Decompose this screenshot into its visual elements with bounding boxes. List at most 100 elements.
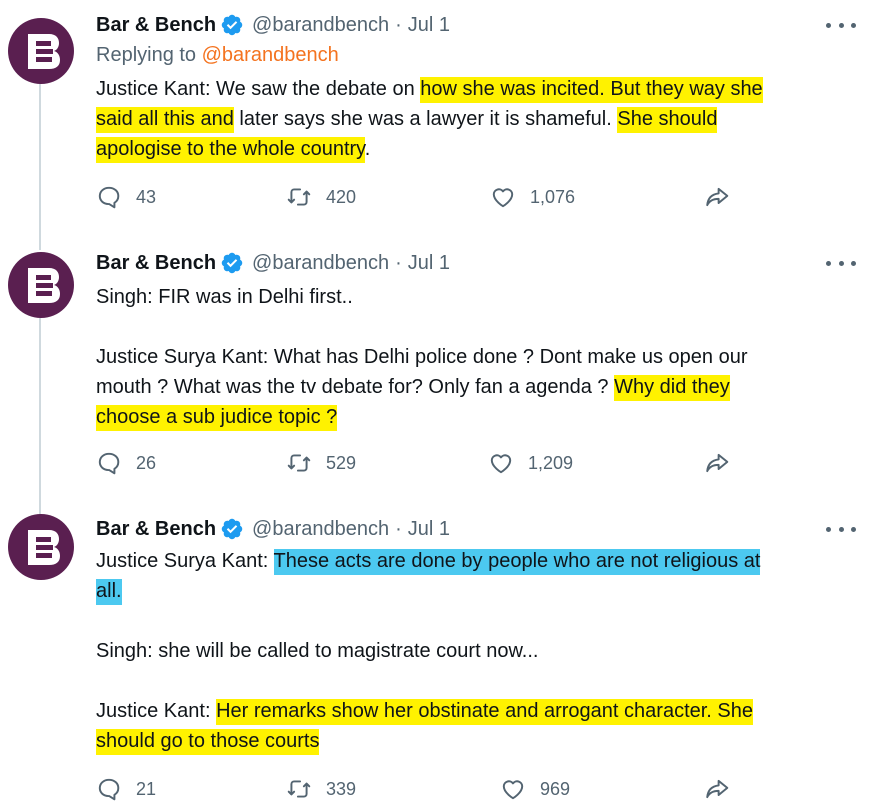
separator-dot: ·	[395, 13, 402, 36]
highlighted-text: should go to those courts	[96, 729, 320, 755]
reply-count: 26	[136, 452, 157, 473]
tweet-text-line: Singh: she will be called to magistrate …	[96, 636, 866, 666]
text-segment: Singh: FIR was in Delhi first..	[96, 286, 353, 308]
retweet-count: 420	[326, 186, 357, 207]
text-segment: Justice Surya Kant: What has Delhi polic…	[96, 346, 748, 368]
verified-badge-icon	[220, 517, 244, 541]
highlighted-text: choose a sub judice topic ?	[96, 405, 338, 431]
reply-count: 21	[136, 778, 157, 799]
share-icon	[706, 453, 729, 473]
replying-to: Replying to @barandbench	[96, 44, 339, 67]
like-icon	[490, 454, 512, 474]
verified-badge-icon	[220, 13, 244, 37]
tweet-text-line: choose a sub judice topic ?	[96, 402, 866, 432]
separator-dot: ·	[395, 517, 402, 540]
like-icon	[492, 188, 514, 208]
retweet-button[interactable]: 420	[286, 182, 356, 212]
more-options-icon[interactable]	[826, 253, 856, 273]
tweet-text-line: mouth ? What was the tv debate for? Only…	[96, 372, 866, 402]
share-button[interactable]	[704, 774, 730, 804]
bar-and-bench-logo-icon	[28, 34, 60, 69]
verified-badge-icon	[220, 251, 244, 275]
tweet-text-line: said all this and later says she was a l…	[96, 104, 866, 134]
reply-button[interactable]: 26	[96, 448, 156, 478]
like-button[interactable]: 1,076	[490, 182, 575, 212]
tweet-header: Bar & Bench @barandbench · Jul 1	[96, 514, 450, 544]
retweet-button[interactable]: 339	[286, 774, 356, 804]
tweet-header: Bar & Bench @barandbench · Jul 1	[96, 248, 450, 278]
thread-line-1	[39, 82, 41, 250]
tweet-text-line: Justice Kant: We saw the debate on how s…	[96, 74, 866, 104]
author-handle[interactable]: @barandbench	[252, 14, 389, 37]
like-count: 1,076	[530, 186, 576, 207]
tweet-text-line	[96, 312, 866, 342]
tweet-text: Justice Surya Kant: These acts are done …	[96, 546, 866, 756]
more-options-icon[interactable]	[826, 519, 856, 539]
bar-and-bench-logo-icon	[28, 530, 60, 565]
highlighted-text: how she was incited. But they way she	[420, 77, 763, 103]
tweet-header: Bar & Bench @barandbench · Jul 1	[96, 10, 450, 40]
like-button[interactable]: 969	[500, 774, 570, 804]
replying-to-mention[interactable]: @barandbench	[202, 44, 339, 66]
text-segment: later says she was a lawyer it is shamef…	[233, 108, 618, 130]
highlighted-text: Why did they	[614, 375, 730, 401]
text-segment: Singh: she will be called to magistrate …	[96, 640, 539, 662]
text-segment: .	[364, 138, 371, 160]
separator-dot: ·	[395, 251, 402, 274]
retweet-icon	[287, 780, 311, 798]
author-name[interactable]: Bar & Bench	[96, 518, 216, 541]
more-options-icon[interactable]	[826, 15, 856, 35]
retweet-count: 529	[326, 452, 357, 473]
reply-icon	[98, 452, 120, 475]
author-name[interactable]: Bar & Bench	[96, 252, 216, 275]
author-handle[interactable]: @barandbench	[252, 518, 389, 541]
reply-count: 43	[136, 186, 157, 207]
tweet-text-line	[96, 666, 866, 696]
like-button[interactable]: 1,209	[488, 448, 573, 478]
text-segment: Justice Kant: We saw the debate on	[96, 78, 421, 100]
bar-and-bench-logo-icon	[28, 268, 60, 303]
reply-button[interactable]: 43	[96, 182, 156, 212]
avatar[interactable]	[8, 514, 74, 580]
tweet-text-line: Justice Surya Kant: What has Delhi polic…	[96, 342, 866, 372]
tweet-text-line: all.	[96, 576, 866, 606]
share-icon	[706, 779, 729, 799]
author-handle[interactable]: @barandbench	[252, 252, 389, 275]
retweet-icon	[287, 188, 311, 206]
tweet-date[interactable]: Jul 1	[408, 14, 450, 37]
tweet-text-line: apologise to the whole country.	[96, 134, 866, 164]
retweet-count: 339	[326, 778, 357, 799]
share-button[interactable]	[704, 182, 730, 212]
thread-line-2	[39, 318, 41, 516]
tweet-text-line: Justice Kant: Her remarks show her obsti…	[96, 696, 866, 726]
share-button[interactable]	[704, 448, 730, 478]
retweet-icon	[287, 454, 311, 472]
like-count: 969	[540, 778, 571, 799]
avatar[interactable]	[8, 252, 74, 318]
reply-icon	[98, 778, 120, 801]
share-icon	[706, 187, 729, 207]
reply-icon	[98, 186, 120, 209]
highlighted-text: Her remarks show her obstinate and arrog…	[216, 699, 754, 725]
retweet-button[interactable]: 529	[286, 448, 356, 478]
tweet-text: Justice Kant: We saw the debate on how s…	[96, 74, 866, 164]
author-name[interactable]: Bar & Bench	[96, 14, 216, 37]
tweet-date[interactable]: Jul 1	[408, 518, 450, 541]
highlighted-text: These acts are done by people who are no…	[273, 549, 761, 575]
reply-button[interactable]: 21	[96, 774, 156, 804]
tweet-text-line	[96, 606, 866, 636]
avatar[interactable]	[8, 18, 74, 84]
tweet-date[interactable]: Jul 1	[408, 252, 450, 275]
like-count: 1,209	[528, 452, 574, 473]
highlighted-text: all.	[96, 579, 122, 605]
text-segment: Justice Kant:	[96, 700, 217, 722]
highlighted-text: She should	[617, 107, 718, 133]
text-segment: mouth ? What was the tv debate for? Only…	[96, 376, 615, 398]
highlighted-text: apologise to the whole country	[96, 137, 365, 163]
tweet-text-line: Justice Surya Kant: These acts are done …	[96, 546, 866, 576]
tweet-text: Singh: FIR was in Delhi first.. Justice …	[96, 282, 866, 432]
highlighted-text: said all this and	[96, 107, 234, 133]
like-icon	[502, 780, 524, 800]
tweet-text-line: Singh: FIR was in Delhi first..	[96, 282, 866, 312]
text-segment: Justice Surya Kant:	[96, 550, 274, 572]
